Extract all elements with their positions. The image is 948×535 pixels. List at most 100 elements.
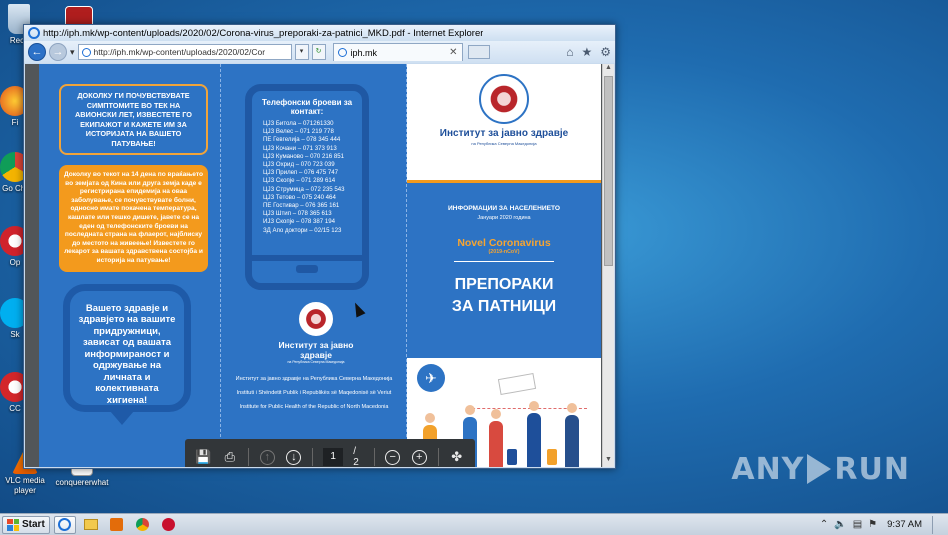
toolbar-divider [373, 448, 375, 466]
page-total: / 2 [353, 446, 359, 467]
previous-page-icon[interactable]: ↑ [259, 448, 276, 466]
back-button[interactable]: ← [28, 43, 46, 61]
desktop-icon-label: VLC media player [5, 476, 45, 495]
scroll-down-arrow[interactable]: ▼ [603, 456, 614, 467]
save-icon[interactable]: 💾 [195, 448, 212, 466]
new-tab-button[interactable] [467, 45, 490, 59]
show-desktop-button[interactable] [932, 515, 942, 534]
cover-institute-name: Институт за јавно здравје [439, 128, 569, 139]
pdf-toolbar: 💾 ⎙ ↑ ↓ 1 / 2 − + ✤ [185, 439, 475, 467]
ie-window: http://iph.mk/wp-content/uploads/2020/02… [23, 24, 616, 469]
scroll-thumb[interactable] [604, 76, 613, 266]
institute-footer: Институт за јавно здравје на Република С… [227, 372, 401, 414]
cover-header: Институт за јавно здравје на Република С… [407, 64, 601, 180]
start-label: Start [22, 519, 45, 530]
toolbar-divider [437, 448, 439, 466]
address-bar[interactable]: http://iph.mk/wp-content/uploads/2020/02… [77, 44, 292, 60]
pdf-panel-cover: Институт за јавно здравје на Република С… [407, 64, 601, 467]
desktop: Recy Fi Go Chr Op Sk CC VLC media player… [0, 0, 948, 513]
refresh-button[interactable]: ↻ [311, 44, 326, 60]
volume-icon[interactable]: 🔈 [834, 519, 846, 530]
start-button[interactable]: Start [2, 515, 50, 534]
contact-item: ЦЈЗ Струмица – 072 235 543 [263, 185, 345, 193]
airplane-icon: ✈ [417, 364, 445, 392]
page-icon [81, 47, 91, 57]
traveler-figure [527, 401, 541, 467]
tools-gear-icon[interactable]: ⚙ [600, 45, 611, 59]
footer-line: Institute for Public Health of the Repub… [239, 404, 389, 410]
print-icon[interactable]: ⎙ [222, 448, 239, 466]
pdf-panel-middle: Телефонски броеви за контакт: ЦЈЗ Битола… [221, 64, 407, 467]
zoom-in-icon[interactable]: + [411, 448, 428, 466]
anyrun-watermark: ANY RUN [731, 452, 910, 487]
cover-date: Јануари 2020 година [477, 215, 531, 221]
desktop-icon-label: conquererwhat [55, 478, 109, 487]
scroll-up-arrow[interactable]: ▲ [603, 64, 614, 75]
network-icon[interactable]: ▤ [853, 519, 862, 530]
traveler-figure [489, 409, 503, 467]
taskbar: Start ⌃ 🔈 ▤ ⚑ 9:37 AM [0, 513, 948, 535]
toolbar-divider [248, 448, 250, 466]
windows-flag-icon [7, 518, 19, 531]
hygiene-bubble: Вашето здравје и здравјето на вашите при… [63, 283, 191, 425]
clock[interactable]: 9:37 AM [887, 519, 922, 530]
phone-screen: Телефонски броеви за контакт: ЦЈЗ Битола… [255, 94, 359, 259]
contact-item: ИЈЗ Скопје – 078 387 194 [263, 218, 336, 226]
window-title: http://iph.mk/wp-content/uploads/2020/02… [43, 27, 484, 39]
contact-item: ЦЈЗ Куманово – 070 216 851 [263, 152, 345, 160]
ie-toolbar: ← → ▾ http://iph.mk/wp-content/uploads/2… [24, 41, 615, 63]
cover-headline-2: ЗА ПАТНИЦИ [451, 298, 557, 315]
pdf-page: Доколку ги почувствувате симптомите во т… [39, 64, 601, 467]
inflight-symptoms-box: Доколку ги почувствувате симптомите во т… [59, 84, 208, 155]
contact-item: ЦЈЗ Тетово – 075 240 464 [263, 193, 336, 201]
institute-logo-small: Институт за јавно здравје на Република С… [271, 300, 361, 365]
tab-close-icon[interactable]: ✕ [449, 47, 457, 58]
pdf-viewer[interactable]: Доколку ги почувствувате симптомите во т… [25, 64, 614, 467]
taskbar-media-icon[interactable] [106, 516, 128, 534]
contact-list: ЦЈЗ Битола – 071261330 ЦЈЗ Велес – 071 2… [255, 120, 359, 235]
history-dropdown-icon[interactable]: ▾ [70, 47, 75, 58]
taskbar-explorer-icon[interactable] [80, 516, 102, 534]
page-number-input[interactable]: 1 [323, 448, 344, 466]
vertical-scrollbar[interactable]: ▲ ▼ [602, 64, 614, 467]
institute-seal-icon [297, 300, 335, 338]
contact-item: ЦЈЗ Велес – 071 219 778 [263, 128, 334, 136]
phone-home-button [296, 265, 318, 273]
contact-item: ЦЈЗ Охрид – 070 723 039 [263, 161, 335, 169]
tab-label: iph.mk [350, 47, 378, 58]
system-tray: ⌃ 🔈 ▤ ⚑ 9:37 AM [820, 515, 948, 534]
address-input[interactable]: http://iph.mk/wp-content/uploads/2020/02… [94, 47, 288, 57]
ie-titlebar[interactable]: http://iph.mk/wp-content/uploads/2020/02… [24, 25, 615, 41]
cover-headline-1: ПРЕПОРАКИ [454, 276, 554, 293]
next-page-icon[interactable]: ↓ [286, 448, 303, 466]
zoom-out-icon[interactable]: − [384, 448, 401, 466]
institute-seal-icon [479, 74, 529, 124]
contact-item: ПЕ Гевгелија – 078 345 444 [263, 136, 341, 144]
contact-item: ПЕ Гостивар – 076 365 161 [263, 202, 340, 210]
contact-item: ЦЈЗ Штип – 078 365 613 [263, 210, 332, 218]
ticket-icon [497, 372, 537, 396]
home-icon[interactable]: ⌂ [566, 45, 573, 59]
return-symptoms-box: Доколку во текот на 14 дена по враќањето… [59, 165, 208, 272]
action-center-flag-icon[interactable]: ⚑ [868, 519, 877, 530]
suitcase-icon [507, 449, 517, 465]
cover-info-label: ИНФОРМАЦИИ ЗА НАСЕЛЕНИЕТО [447, 205, 561, 212]
tray-expand-icon[interactable]: ⌃ [820, 519, 828, 530]
forward-button[interactable]: → [49, 43, 67, 61]
tab-iph[interactable]: iph.mk ✕ [332, 43, 463, 61]
cover-divider [454, 261, 554, 262]
address-dropdown-icon[interactable]: ▾ [294, 44, 309, 60]
toolbar-divider [312, 448, 314, 466]
favorites-icon[interactable]: ★ [581, 45, 592, 59]
cover-virus-name: Novel Coronavirus [457, 237, 551, 249]
cover-institute-subtitle: на Република Северна Македонија [471, 141, 537, 146]
institute-name: Институт за јавно здравје [278, 340, 354, 360]
phone-graphic: Телефонски броеви за контакт: ЦЈЗ Битола… [245, 84, 369, 290]
taskbar-ie-icon[interactable] [53, 515, 76, 534]
contact-item: ЦЈЗ Кочани – 071 373 913 [263, 144, 337, 152]
adobe-acrobat-icon[interactable]: ✤ [448, 448, 465, 466]
taskbar-chrome-icon[interactable] [132, 516, 154, 534]
taskbar-shield-icon[interactable] [158, 516, 180, 534]
cover-virus-code: (2019-nCoV) [488, 249, 520, 255]
play-icon [807, 454, 832, 484]
